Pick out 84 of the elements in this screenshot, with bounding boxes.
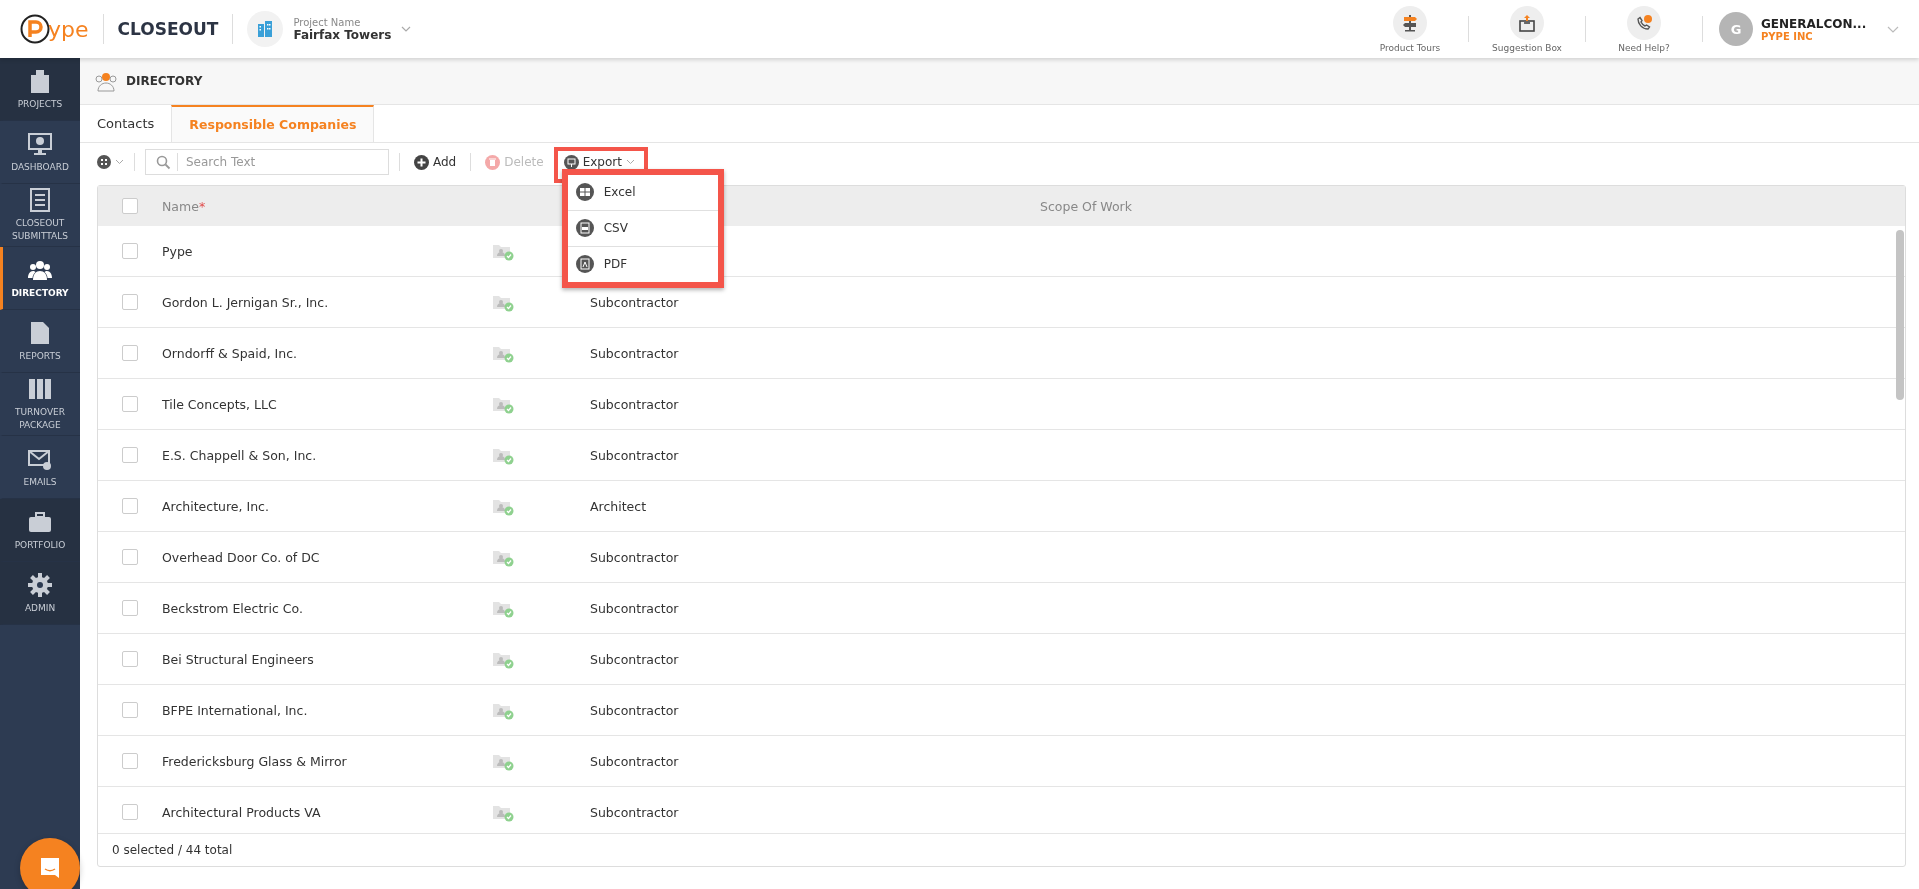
selection-count: 0 selected / 44 total (112, 843, 233, 857)
checkbox[interactable] (122, 447, 138, 463)
scrollbar[interactable] (1896, 230, 1904, 400)
required-mark: * (198, 198, 206, 214)
project-name: Fairfax Towers (293, 27, 392, 42)
project-selector[interactable]: Project Name Fairfax Towers (247, 11, 412, 47)
chat-button[interactable] (20, 838, 80, 889)
checkbox[interactable] (122, 345, 138, 361)
ballot-box-icon (1518, 13, 1536, 32)
checkbox[interactable] (122, 243, 138, 259)
checkbox[interactable] (122, 651, 138, 667)
checkbox[interactable] (122, 294, 138, 310)
checkbox[interactable] (122, 198, 138, 214)
table-cell: Subcontractor (590, 651, 679, 667)
document-icon (575, 255, 594, 273)
menu-item[interactable]: CSV (567, 210, 718, 247)
table-cell-text: Beckstrom Electric Co. (162, 600, 304, 616)
company-name: PYPE INC (1761, 30, 1814, 42)
table-cell-text: Bei Structural Engineers (162, 651, 315, 667)
table-cell: Subcontractor (590, 753, 679, 769)
signpost-icon (1401, 13, 1419, 32)
header-tool-button[interactable]: Product Tours (1368, 5, 1452, 53)
project-label: Project Name (293, 16, 362, 28)
logo-icon (20, 14, 50, 44)
header-tool-button[interactable]: Suggestion Box (1485, 5, 1569, 53)
checkbox[interactable] (122, 396, 138, 412)
table-cell-text: E.S. Chappell & Son, Inc. (162, 447, 318, 463)
menu-item[interactable]: Excel (567, 174, 718, 211)
table-cell-text: Tile Concepts, LLC (162, 396, 278, 412)
checklist-icon (27, 187, 53, 214)
table-cell: Subcontractor (590, 804, 679, 820)
header-tool-button[interactable]: Need Help? (1602, 5, 1686, 53)
table-cell-text: BFPE International, Inc. (162, 702, 309, 718)
table-cell: Subcontractor (590, 702, 679, 718)
table-cell-text: Fredericksburg Glass & Mirror (162, 753, 348, 769)
add-button[interactable]: Add (410, 152, 461, 172)
table-cell: Subcontractor (590, 600, 679, 616)
table-cell-text: Pype (162, 243, 194, 259)
checkbox[interactable] (122, 549, 138, 565)
chevron-down-icon (115, 159, 124, 165)
table-cell: Subcontractor (590, 294, 679, 310)
table-cell: Subcontractor (590, 447, 679, 463)
view-selector[interactable] (97, 155, 124, 169)
file-icon (575, 219, 594, 237)
table-cell-text: Architecture, Inc. (162, 498, 270, 514)
avatar: G (1719, 12, 1753, 46)
tab[interactable]: Contacts (80, 105, 172, 142)
checkbox[interactable] (122, 702, 138, 718)
phone-icon (1635, 13, 1653, 32)
checkbox[interactable] (122, 600, 138, 616)
app-name: CLOSEOUT (117, 19, 219, 39)
table-cell: Subcontractor (590, 396, 679, 412)
chevron-down-icon (401, 26, 412, 32)
table-cell: Architect (590, 498, 647, 514)
sidebar-item[interactable]: PORTFOLIO (0, 499, 80, 562)
search-icon (156, 154, 171, 170)
column-header[interactable]: Name* (162, 198, 492, 214)
people-icon (94, 70, 118, 92)
logo-text: ype (48, 16, 89, 42)
gear-icon (27, 571, 53, 598)
page-title: DIRECTORY (126, 74, 203, 88)
grid-icon (97, 155, 111, 169)
checkbox[interactable] (122, 498, 138, 514)
plus-icon (414, 154, 429, 170)
trash-icon (485, 154, 501, 170)
checkbox[interactable] (122, 753, 138, 769)
checkbox[interactable] (122, 804, 138, 820)
monitor-icon (27, 130, 53, 157)
table-cell: Subcontractor (590, 345, 679, 361)
sidebar-item[interactable]: PROJECTS (0, 58, 80, 121)
search-field[interactable]: Search Text (145, 149, 389, 175)
spreadsheet-icon (575, 183, 594, 201)
chevron-down-icon (625, 159, 635, 165)
sidebar-item[interactable]: ADMIN (0, 562, 80, 625)
table-cell: Subcontractor (590, 549, 679, 565)
table-cell-text: Gordon L. Jernigan Sr., Inc. (162, 294, 330, 310)
table-cell-text: Overhead Door Co. of DC (162, 549, 321, 565)
chevron-down-icon (1887, 25, 1899, 33)
table-cell-text: Architectural Products VA (162, 804, 322, 820)
building-icon (256, 20, 275, 38)
user-menu[interactable]: G GENERALCON... PYPE INC (1719, 12, 1899, 46)
user-name: GENERALCON... (1761, 16, 1868, 31)
menu-item[interactable]: PDF (567, 246, 718, 282)
table-cell-text: Orndorff & Spaid, Inc. (162, 345, 299, 361)
